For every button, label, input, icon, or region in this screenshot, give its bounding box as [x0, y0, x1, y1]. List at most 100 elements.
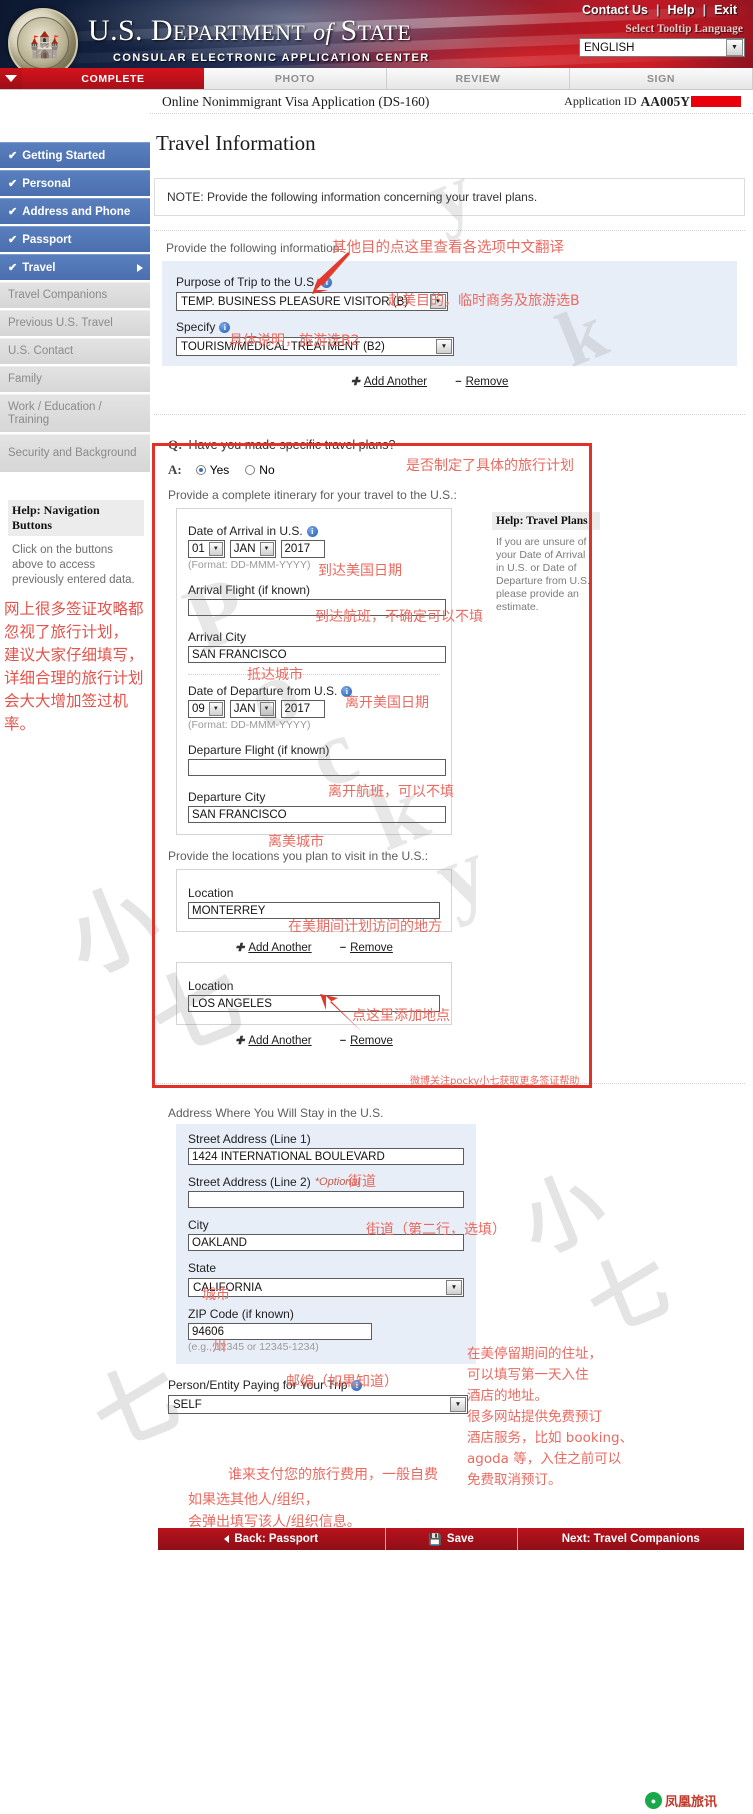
- location-label-1: Location: [188, 886, 234, 900]
- arrival-date-label-row: Date of Arrival in U.S. i: [188, 524, 440, 538]
- stay-address-lead: Address Where You Will Stay in the U.S.: [168, 1106, 384, 1120]
- street1-input[interactable]: 1424 INTERNATIONAL BOULEVARD: [188, 1148, 464, 1165]
- title-state: STATE: [340, 14, 412, 47]
- check-icon: ✔: [8, 150, 18, 162]
- departure-day-select[interactable]: 09 ▼: [188, 700, 225, 718]
- annotation-locations: 在美期间计划访问的地方: [288, 919, 442, 935]
- sidebar-item-travel[interactable]: ✔ Travel: [0, 254, 150, 280]
- annotation-arrival-date: 到达美国日期: [318, 563, 402, 579]
- annotation-stay-address-note: 在美停留期间的住址， 可以填写第一天入住 酒店的地址。 很多网站提供免费预订 酒…: [467, 1344, 633, 1491]
- header-subtitle: CONSULAR ELECTRONIC APPLICATION CENTER: [113, 52, 430, 64]
- sidebar-item-getting-started[interactable]: ✔ Getting Started: [0, 142, 150, 168]
- sidebar-item-address-and-phone[interactable]: ✔ Address and Phone: [0, 198, 150, 224]
- sidebar-annotation-cn: 网上很多签证攻略都 忽视了旅行计划， 建议大家仔细填写， 详细合理的旅行计划 会…: [0, 598, 150, 736]
- back-button[interactable]: Back: Passport: [158, 1528, 386, 1550]
- chevron-down-icon[interactable]: ▼: [259, 702, 274, 716]
- sidebar-item-security-and-background[interactable]: Security and Background: [0, 434, 150, 472]
- save-button[interactable]: 💾 Save: [385, 1528, 518, 1550]
- chevron-right-icon: [137, 263, 143, 272]
- sidebar-item-passport[interactable]: ✔ Passport: [0, 226, 150, 252]
- arrival-year-input[interactable]: 2017: [280, 540, 325, 558]
- arrival-day-select[interactable]: 01 ▼: [188, 540, 225, 558]
- tab-review[interactable]: REVIEW: [387, 68, 570, 89]
- purpose-field-group: Purpose of Trip to the U.S. i TEMP. BUSI…: [162, 261, 737, 366]
- sidebar-item-personal[interactable]: ✔ Personal: [0, 170, 150, 196]
- help-link[interactable]: Help: [659, 3, 702, 17]
- departure-city-input[interactable]: SAN FRANCISCO: [188, 806, 446, 823]
- sidebar-item-us-contact[interactable]: U.S. Contact: [0, 338, 150, 364]
- departure-year-input[interactable]: 2017: [280, 700, 325, 718]
- annotation-arrival-flight: 到达航班，不确定可以不填: [315, 609, 483, 625]
- payer-value: SELF: [173, 1398, 202, 1411]
- remove-location-button[interactable]: − Remove: [340, 941, 393, 954]
- sidebar-nav: ✔ Getting Started ✔ Personal ✔ Address a…: [0, 142, 150, 472]
- arrival-city-input[interactable]: SAN FRANCISCO: [188, 646, 446, 663]
- sidebar-item-work-education-training[interactable]: Work / Education / Training: [0, 394, 150, 432]
- arrival-date-inputs: 01 ▼ JAN ▼ 2017: [188, 540, 440, 558]
- remove-purpose-button[interactable]: − Remove: [455, 375, 508, 388]
- sidebar-item-travel-companions[interactable]: Travel Companions: [0, 282, 150, 308]
- chevron-down-icon[interactable]: ▼: [259, 542, 274, 556]
- progress-tabs: COMPLETE PHOTO REVIEW SIGN: [0, 68, 753, 90]
- chevron-down-icon[interactable]: ▼: [726, 39, 743, 56]
- chevron-down-icon[interactable]: ▼: [436, 339, 452, 354]
- purpose-label-row: Purpose of Trip to the U.S. i: [176, 275, 723, 289]
- state-label: State: [188, 1261, 217, 1275]
- location-label-2: Location: [188, 979, 234, 993]
- exit-link[interactable]: Exit: [706, 3, 745, 17]
- add-another-purpose-button[interactable]: ✚ Add Another: [351, 375, 428, 389]
- help-body: Click on the buttons above to access pre…: [12, 544, 135, 586]
- arrival-day-value: 01: [192, 543, 205, 555]
- street1-label: Street Address (Line 1): [188, 1132, 311, 1146]
- annotation-departure-date: 离开美国日期: [345, 695, 429, 711]
- departure-flight-label: Departure Flight (if known): [188, 743, 330, 757]
- next-button[interactable]: Next: Travel Companions: [517, 1528, 744, 1550]
- chevron-down-icon[interactable]: ▼: [446, 1280, 462, 1295]
- check-icon: ✔: [8, 206, 18, 218]
- annotation-line: 建议大家仔细填写，: [4, 646, 144, 664]
- tab-photo[interactable]: PHOTO: [204, 68, 387, 89]
- wechat-label: 凤凰旅讯: [664, 1795, 717, 1810]
- zip-label: ZIP Code (if known): [188, 1307, 294, 1321]
- street2-input[interactable]: [188, 1191, 464, 1208]
- departure-month-select[interactable]: JAN ▼: [229, 700, 276, 718]
- annotation-zip: 邮编（如果知道）: [286, 1374, 398, 1390]
- departure-day-value: 09: [192, 703, 205, 715]
- radio-no[interactable]: No: [245, 463, 275, 477]
- annotation-line: 详细合理的旅行计划: [4, 669, 144, 687]
- help-travel-plans-title: Help: Travel Plans: [492, 512, 600, 530]
- chevron-down-icon[interactable]: ▼: [208, 542, 223, 556]
- radio-yes-input[interactable]: [195, 465, 206, 475]
- sidebar-item-label: Travel: [22, 261, 56, 274]
- info-icon[interactable]: i: [306, 525, 318, 537]
- tab-complete[interactable]: COMPLETE: [22, 68, 204, 89]
- back-button-label: Back: Passport: [234, 1533, 319, 1545]
- payer-select[interactable]: SELF ▼: [168, 1395, 468, 1414]
- arrival-month-select[interactable]: JAN ▼: [229, 540, 276, 558]
- tooltip-language-value: ENGLISH: [584, 41, 635, 54]
- annotation-line: 免费取消预订。: [467, 1472, 562, 1488]
- tab-sign[interactable]: SIGN: [570, 68, 753, 89]
- purpose-label: Purpose of Trip to the U.S.: [176, 275, 318, 289]
- application-name: Online Nonimmigrant Visa Application (DS…: [162, 93, 430, 109]
- payer-section: Person/Entity Paying for Your Trip i SEL…: [168, 1378, 745, 1414]
- add-another-location-button[interactable]: ✚ Add Another: [235, 941, 312, 955]
- chevron-down-icon[interactable]: ▼: [208, 702, 223, 716]
- help-navigation-buttons: Help: Navigation Buttons Click on the bu…: [0, 500, 150, 588]
- travel-plans-question: Have you made specific travel plans?: [188, 438, 396, 452]
- arrow-pointer-icon: [320, 994, 362, 1032]
- chevron-down-icon[interactable]: ▼: [450, 1397, 466, 1412]
- sidebar-item-previous-us-travel[interactable]: Previous U.S. Travel: [0, 310, 150, 336]
- radio-yes[interactable]: Yes: [195, 463, 229, 477]
- add-another-location-button[interactable]: ✚ Add Another: [235, 1034, 312, 1048]
- departure-flight-input[interactable]: [188, 759, 446, 776]
- annotation-payer-1: 谁来支付您的旅行费用，一般自费: [228, 1467, 438, 1483]
- header-links: Contact Us | Help | Exit: [574, 3, 745, 17]
- annotation-line: 很多网站提供免费预订: [467, 1409, 602, 1425]
- radio-no-input[interactable]: [245, 465, 256, 475]
- annotation-arrival-city: 抵达城市: [247, 667, 303, 683]
- stay-address-panel: Address Where You Will Stay in the U.S. …: [154, 1083, 745, 1424]
- tooltip-language-select[interactable]: ENGLISH ▼: [579, 38, 745, 57]
- contact-us-link[interactable]: Contact Us: [574, 3, 656, 17]
- application-bar: Online Nonimmigrant Visa Application (DS…: [150, 90, 753, 114]
